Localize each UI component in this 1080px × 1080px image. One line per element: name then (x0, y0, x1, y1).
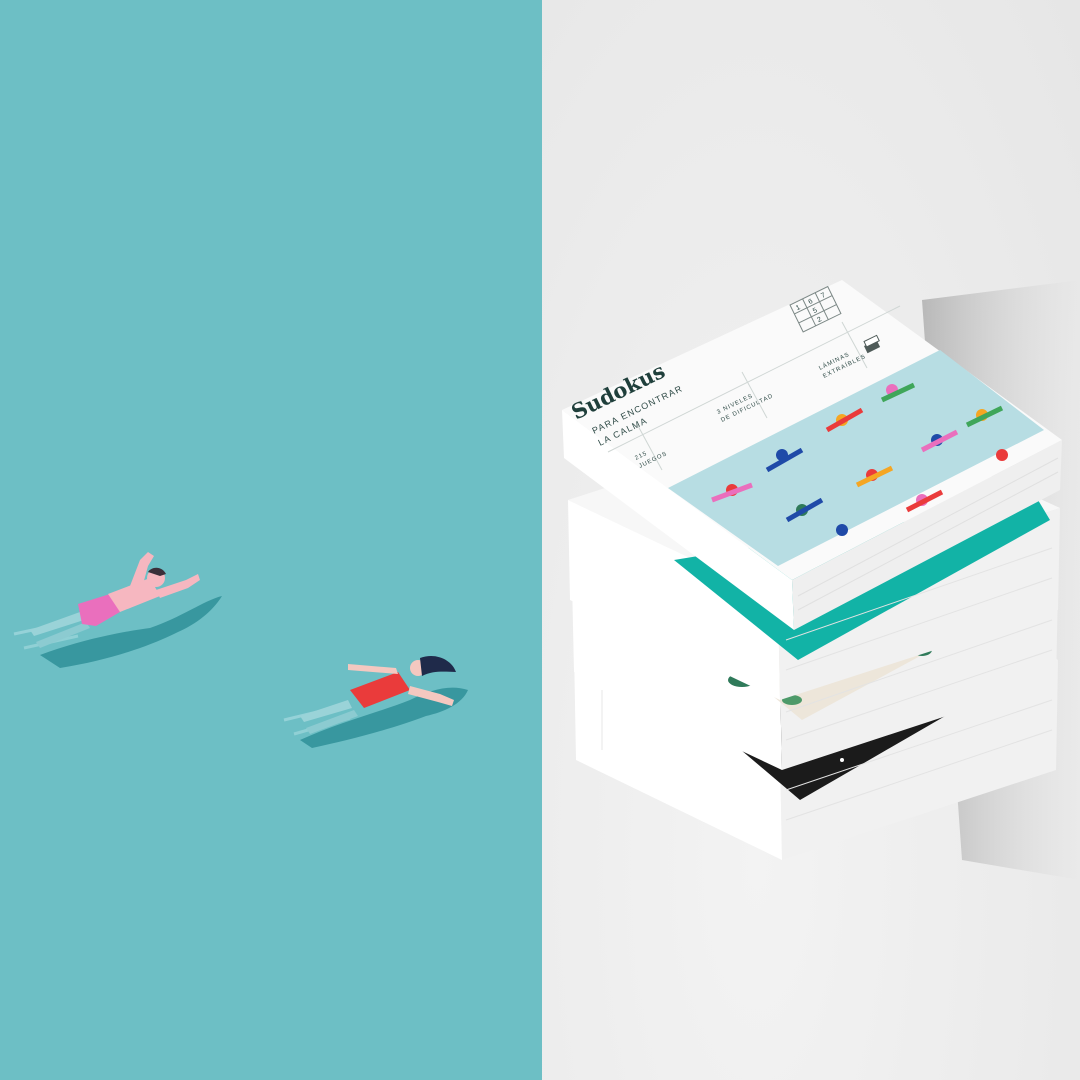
split-image: 1 6 7 5 2 Sudokus PARA ENCONTRAR LA CALM… (0, 0, 1080, 1080)
pool-scene (0, 0, 542, 1080)
book-stack: 1 6 7 5 2 Sudokus PARA ENCONTRAR LA CALM… (562, 280, 1080, 880)
swimmers-illustration (0, 0, 542, 1080)
book-stack-photo: 1 6 7 5 2 Sudokus PARA ENCONTRAR LA CALM… (542, 0, 1080, 1080)
pool-water (0, 0, 542, 1080)
